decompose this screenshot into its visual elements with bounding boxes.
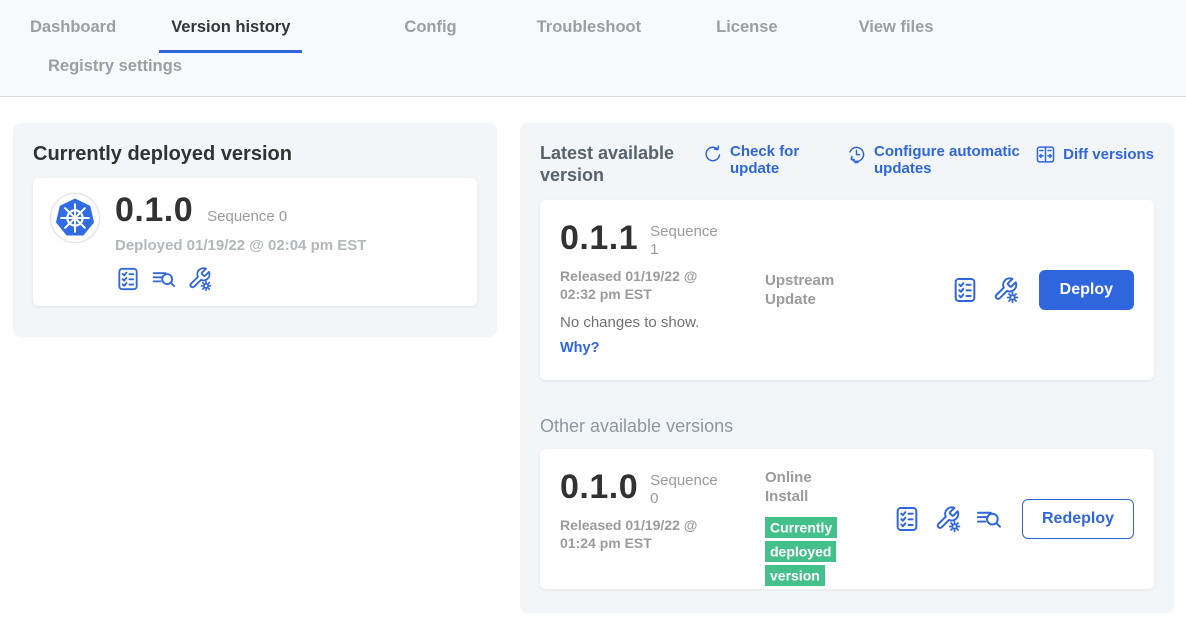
currently-deployed-panel: Currently deployed version [13,123,497,337]
tab-version-history[interactable]: Version history [159,16,302,53]
tab-registry-settings[interactable]: Registry settings [36,55,194,89]
latest-available-header: Latest available version Check for updat… [540,143,1154,186]
edit-config-icon[interactable] [187,266,213,292]
deployed-version-number: 0.1.0 [115,192,193,229]
nav-header: Dashboard Version history Config Trouble… [0,0,1186,97]
currently-deployed-badge: Currently deployed version [765,517,837,586]
edit-config-icon[interactable] [992,276,1020,304]
redeploy-button[interactable]: Redeploy [1022,499,1134,539]
latest-released-timestamp: Released 01/19/22 @ 02:32 pm EST [560,268,735,303]
deployed-timestamp: Deployed 01/19/22 @ 02:04 pm EST [115,237,366,254]
tab-config[interactable]: Config [392,16,468,53]
tab-row-secondary: Registry settings [0,55,1186,89]
diff-versions-label: Diff versions [1063,146,1154,165]
latest-sequence-label: Sequence 1 [650,223,722,259]
preflight-checks-icon[interactable] [115,266,141,292]
latest-card-actions: Deploy [951,270,1134,310]
check-for-update-link[interactable]: Check for update [702,143,814,178]
diff-versions-link[interactable]: Diff versions [1035,143,1154,165]
latest-version-info: 0.1.1 Sequence 1 Released 01/19/22 @ 02:… [560,220,765,360]
other-sequence-label: Sequence 0 [650,472,722,508]
main-content: Currently deployed version [0,97,1186,613]
why-link[interactable]: Why? [560,340,765,356]
tab-row-primary: Dashboard Version history Config Trouble… [0,16,1186,53]
deployed-version-card: 0.1.0 Sequence 0 Deployed 01/19/22 @ 02:… [33,178,477,306]
latest-source-column: Upstream Update [765,220,875,360]
tab-license[interactable]: License [704,16,789,53]
tab-dashboard[interactable]: Dashboard [18,16,128,53]
other-available-versions-title: Other available versions [540,416,1154,437]
other-source-column: Online Install Currently deployed versio… [765,469,875,569]
kubernetes-logo-icon [49,192,101,244]
no-changes-note: No changes to show. [560,314,765,331]
deployed-sequence-label: Sequence 0 [207,208,287,225]
deployed-version-details: 0.1.0 Sequence 0 Deployed 01/19/22 @ 02:… [115,192,366,292]
preflight-checks-icon[interactable] [893,505,921,533]
online-install-label: Online Install [765,469,845,507]
configure-automatic-updates-link[interactable]: Configure automatic updates [846,143,1024,178]
deploy-button[interactable]: Deploy [1039,270,1134,310]
latest-available-panel: Latest available version Check for updat… [520,123,1174,613]
other-version-number: 0.1.0 [560,469,638,506]
tab-troubleshoot[interactable]: Troubleshoot [525,16,654,53]
latest-available-title: Latest available version [540,143,692,186]
other-version-card: 0.1.0 Sequence 0 Released 01/19/22 @ 01:… [540,449,1154,589]
preflight-checks-icon[interactable] [951,276,979,304]
edit-config-icon[interactable] [934,505,962,533]
refresh-icon [702,144,723,165]
view-logs-icon[interactable] [975,505,1003,533]
other-card-actions: Redeploy [893,499,1134,539]
other-released-timestamp: Released 01/19/22 @ 01:24 pm EST [560,517,735,552]
latest-version-card: 0.1.1 Sequence 1 Released 01/19/22 @ 02:… [540,200,1154,380]
diff-icon [1035,144,1056,165]
latest-version-number: 0.1.1 [560,220,638,257]
upstream-update-label: Upstream Update [765,272,845,310]
deployed-version-actions [115,266,366,292]
view-logs-icon[interactable] [151,266,177,292]
tab-view-files[interactable]: View files [847,16,946,53]
check-for-update-label: Check for update [730,143,814,178]
currently-deployed-title: Currently deployed version [33,143,477,166]
currently-deployed-badge-wrap: Currently deployed version [765,517,839,589]
configure-automatic-updates-label: Configure automatic updates [874,143,1024,178]
schedule-update-icon [846,144,867,165]
other-version-info: 0.1.0 Sequence 0 Released 01/19/22 @ 01:… [560,469,765,569]
